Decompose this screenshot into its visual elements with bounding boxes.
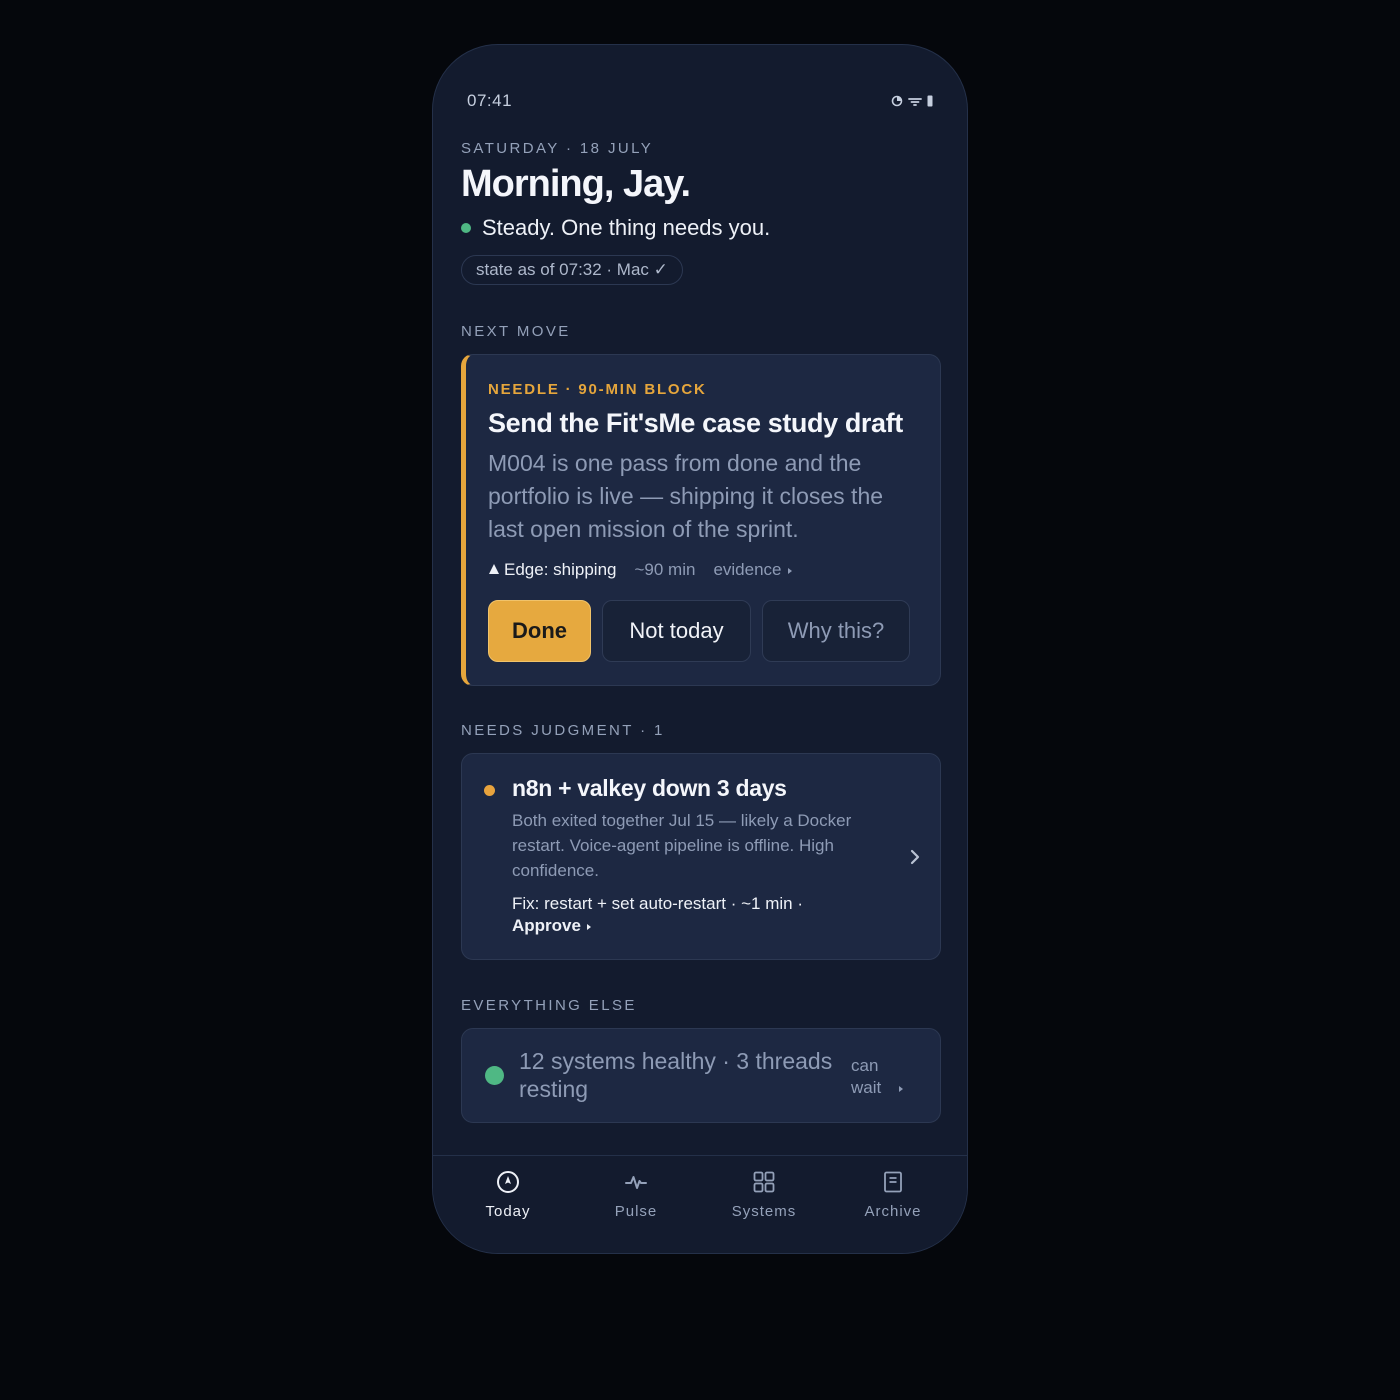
edge-label: Edge: shipping — [504, 560, 617, 579]
status-icons — [891, 95, 933, 107]
tab-label: Systems — [731, 1203, 797, 1220]
wifi-icon — [908, 96, 922, 107]
systems-summary: 12 systems healthy · 3 threads resting — [519, 1048, 833, 1102]
approve-link[interactable]: Approve — [512, 916, 592, 935]
tab-bar: Today Pulse Systems Archive — [433, 1155, 967, 1253]
triangle-icon — [488, 560, 500, 580]
duration: ~90 min — [634, 560, 696, 579]
alert-dot — [484, 785, 495, 796]
done-button[interactable]: Done — [488, 600, 591, 662]
tab-label: Today — [485, 1203, 531, 1220]
pulse-icon — [624, 1170, 648, 1199]
grid-icon — [752, 1170, 776, 1199]
tab-systems[interactable]: Systems — [709, 1170, 819, 1220]
evidence-link[interactable]: evidence — [713, 560, 792, 580]
judgment-description: Both exited together Jul 15 — likely a D… — [512, 811, 852, 880]
move-actions: Done Not today Why this? — [488, 600, 918, 662]
tab-archive[interactable]: Archive — [838, 1170, 948, 1220]
date-label: SATURDAY · 18 JULY — [461, 140, 654, 157]
phone-frame: 07:41 SATURDAY · 18 JULY Morning, Jay. S… — [432, 44, 968, 1254]
mood-text: Steady. One thing needs you. — [482, 215, 771, 240]
move-description: M004 is one pass from done and the portf… — [488, 450, 884, 542]
caret-right-icon — [898, 1078, 904, 1097]
can-wait-link[interactable]: can wait — [851, 1055, 904, 1099]
judgment-title: n8n + valkey down 3 days — [512, 775, 787, 801]
tab-label: Archive — [864, 1203, 922, 1220]
caret-right-icon — [586, 916, 592, 935]
tab-today[interactable]: Today — [453, 1170, 563, 1220]
can-wait-label: can wait — [851, 1056, 882, 1097]
status-dot — [461, 223, 471, 233]
mood-status: Steady. One thing needs you. — [461, 215, 770, 241]
evidence-label: evidence — [713, 560, 782, 579]
tab-label: Pulse — [614, 1203, 658, 1220]
caret-right-icon — [787, 560, 793, 580]
approve-label: Approve — [512, 916, 581, 935]
next-move-card: NEEDLE · 90-MIN BLOCK Send the Fit'sMe c… — [461, 354, 941, 686]
everything-else-card[interactable]: 12 systems healthy · 3 threads resting c… — [461, 1028, 941, 1123]
fix-text: Fix: restart + set auto-restart · ~1 min… — [512, 894, 803, 913]
sync-status-pill[interactable]: state as of 07:32 · Mac ✓ — [461, 255, 683, 285]
judgment-fix: Fix: restart + set auto-restart · ~1 min… — [512, 893, 892, 937]
everything-else-label: EVERYTHING ELSE — [461, 997, 637, 1014]
healthy-dot — [485, 1066, 504, 1085]
battery-icon — [927, 95, 933, 107]
move-meta: Edge: shipping ~90 min evidence — [488, 560, 918, 580]
move-tag: NEEDLE · 90-MIN BLOCK — [488, 381, 707, 398]
not-today-button[interactable]: Not today — [602, 600, 751, 662]
chevron-right-icon[interactable] — [910, 848, 920, 871]
edge-tag: Edge: shipping — [488, 560, 616, 580]
move-title: Send the Fit'sMe case study draft — [488, 408, 903, 438]
why-this-button[interactable]: Why this? — [762, 600, 910, 662]
next-move-label: NEXT MOVE — [461, 323, 571, 340]
archive-icon — [881, 1170, 905, 1199]
status-time: 07:41 — [467, 91, 513, 110]
needs-judgment-label: NEEDS JUDGMENT · 1 — [461, 722, 665, 739]
compass-icon — [496, 1170, 520, 1199]
focus-icon — [891, 95, 903, 107]
page-title: Morning, Jay. — [461, 163, 691, 205]
judgment-card[interactable]: n8n + valkey down 3 days Both exited tog… — [461, 753, 941, 960]
tab-pulse[interactable]: Pulse — [581, 1170, 691, 1220]
